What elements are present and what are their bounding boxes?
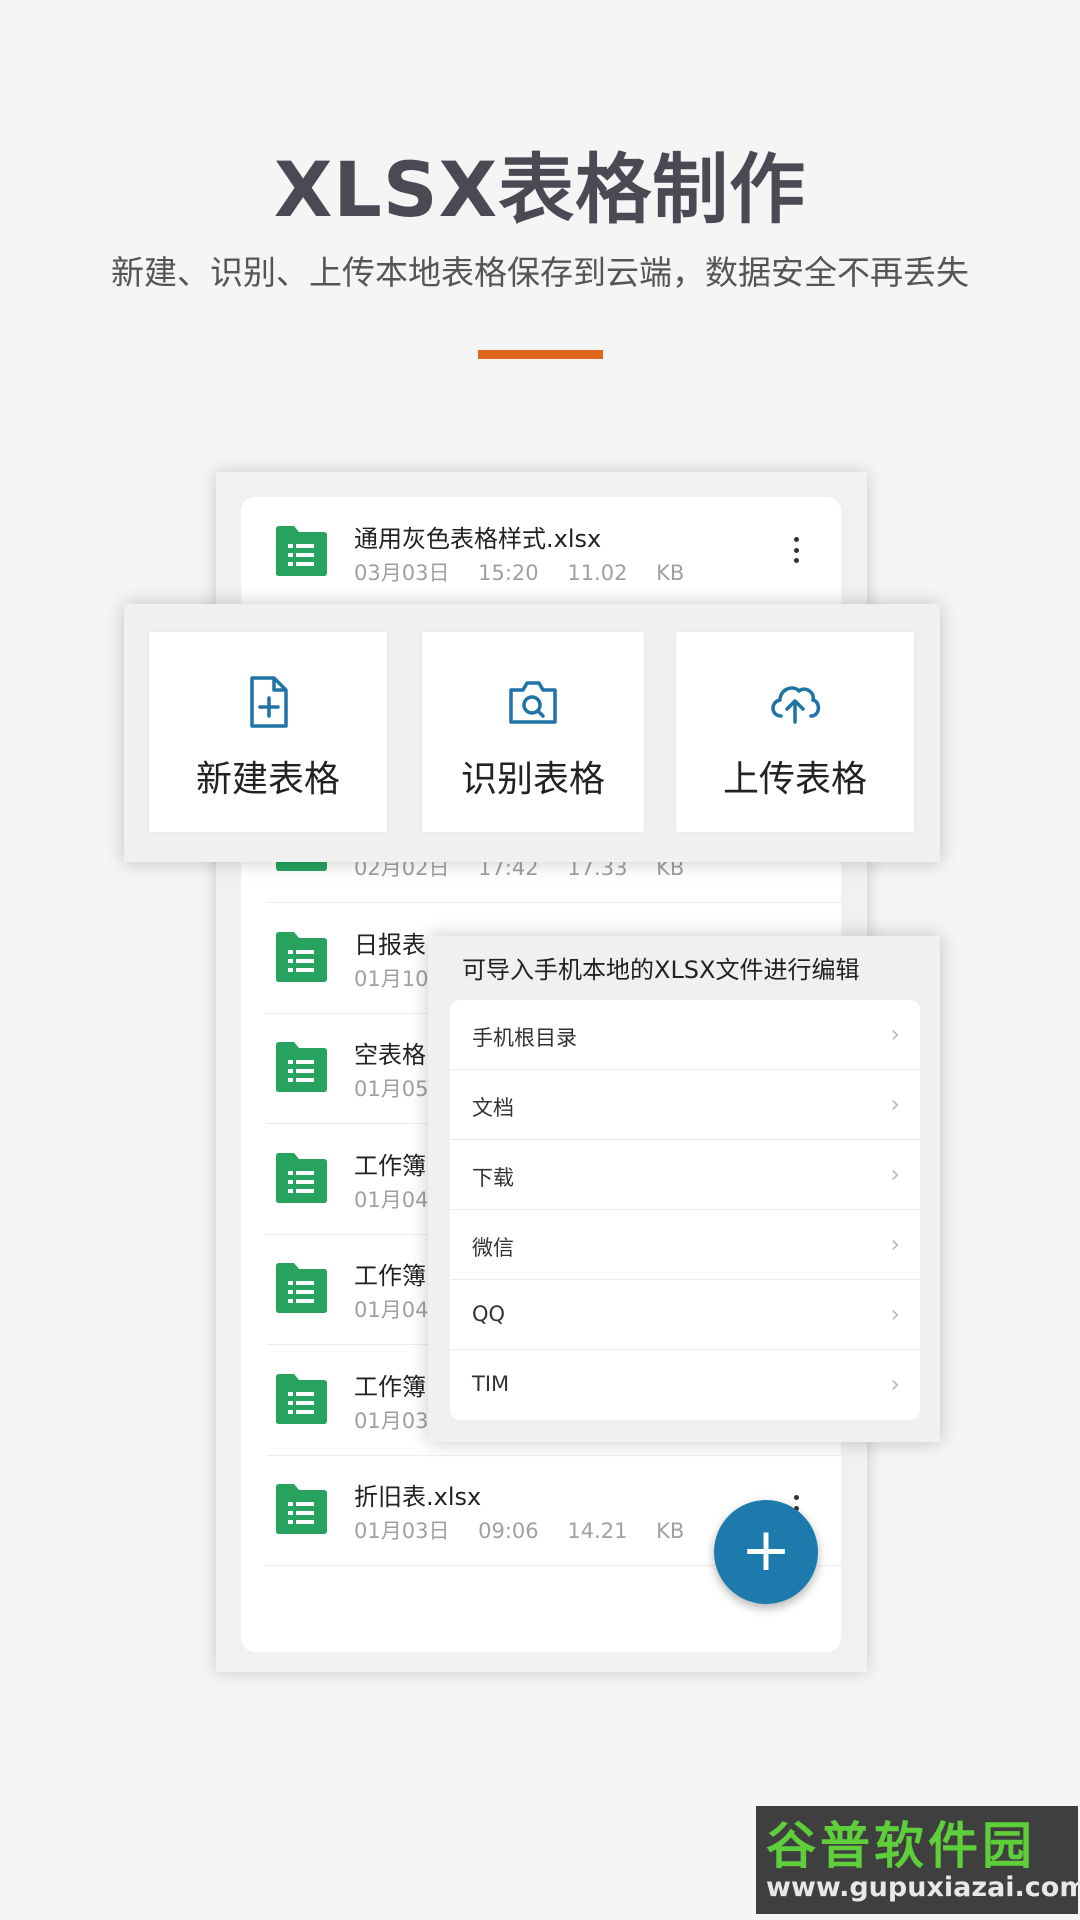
action-panel: 新建表格 识别表格 上传表格 (124, 604, 940, 862)
file-row[interactable]: 通用灰色表格样式.xlsx 03月03日 15:20 11.02 KB (241, 497, 841, 608)
spreadsheet-file-icon (276, 1042, 327, 1092)
add-fab-button[interactable]: + (714, 1500, 818, 1604)
watermark-url: www.gupuxiazai.com (766, 1872, 1080, 1903)
accent-bar (478, 350, 603, 359)
file-name: 日报表 (354, 931, 426, 959)
import-source-label: QQ (472, 1302, 506, 1326)
camera-scan-icon (509, 681, 557, 724)
more-options-icon[interactable] (791, 537, 801, 563)
file-name: 折旧表.xlsx (354, 1483, 482, 1511)
spreadsheet-file-icon (276, 526, 327, 576)
page-subtitle: 新建、识别、上传本地表格保存到云端，数据安全不再丢失 (111, 253, 969, 292)
import-source-label: 文档 (472, 1096, 514, 1120)
file-name: 工作簿 (354, 1152, 426, 1180)
chevron-right-icon: › (890, 1090, 900, 1118)
import-source-item[interactable]: 下载 › (450, 1140, 920, 1210)
spreadsheet-file-icon (276, 1484, 327, 1534)
upload-sheet-label: 上传表格 (722, 759, 867, 800)
spreadsheet-file-icon (276, 1263, 327, 1313)
import-source-list: 手机根目录 › 文档 › 下载 › 微信 › QQ › TIM › (450, 1000, 920, 1420)
plus-icon: + (740, 1515, 792, 1585)
file-name: 通用灰色表格样式.xlsx (354, 525, 602, 553)
import-source-label: 下载 (472, 1166, 514, 1190)
chevron-right-icon: › (890, 1230, 900, 1258)
file-meta: 03月03日 15:20 11.02 KB (354, 557, 684, 587)
import-source-label: 微信 (472, 1236, 514, 1260)
import-dialog: 可导入手机本地的XLSX文件进行编辑 手机根目录 › 文档 › 下载 › 微信 › QQ › TIM… (428, 936, 940, 1442)
upload-sheet-button[interactable]: 上传表格 (676, 632, 914, 832)
import-source-item[interactable]: 微信 › (450, 1210, 920, 1280)
page-title: XLSX表格制作 (273, 145, 807, 234)
file-meta: 01月04 (354, 1294, 428, 1324)
chevron-right-icon: › (890, 1020, 900, 1048)
import-source-item[interactable]: 文档 › (450, 1070, 920, 1140)
recognize-sheet-label: 识别表格 (460, 759, 605, 800)
chevron-right-icon: › (890, 1160, 900, 1188)
file-name: 空表格 (354, 1041, 426, 1069)
file-date: 01月04 (354, 1188, 429, 1212)
import-source-item[interactable]: TIM › (450, 1350, 920, 1420)
recognize-sheet-button[interactable]: 识别表格 (422, 632, 644, 832)
file-meta: 01月04 (354, 1184, 428, 1214)
file-date: 03月03日 15:20 (354, 561, 539, 585)
watermark-name: 谷普软件园 (766, 1817, 1036, 1875)
file-name: 工作簿 (354, 1262, 426, 1290)
file-date: 01月03日 09:06 (354, 1519, 539, 1543)
chevron-right-icon: › (890, 1300, 900, 1328)
file-meta: 01月03日 09:06 14.21 KB (354, 1515, 684, 1545)
import-source-item[interactable]: QQ › (450, 1280, 920, 1350)
file-date: 01月04 (354, 1298, 429, 1322)
file-date: 01月05 (354, 1077, 429, 1101)
file-size: 14.21 KB (567, 1519, 685, 1543)
import-source-label: 手机根目录 (472, 1026, 577, 1050)
file-size: 11.02 KB (567, 561, 685, 585)
file-meta: 01月05 (354, 1073, 428, 1103)
file-date: 01月10 (354, 967, 429, 991)
import-source-label: TIM (472, 1372, 510, 1396)
new-file-icon (250, 676, 288, 728)
new-sheet-label: 新建表格 (195, 759, 340, 800)
watermark: 谷普软件园 www.gupuxiazai.com (756, 1806, 1080, 1914)
spreadsheet-file-icon (276, 1153, 327, 1203)
file-meta: 01月10 (354, 963, 428, 993)
chevron-right-icon: › (890, 1370, 900, 1398)
new-sheet-button[interactable]: 新建表格 (149, 632, 387, 832)
cloud-upload-icon (771, 686, 821, 724)
spreadsheet-file-icon (276, 1374, 327, 1424)
import-source-item[interactable]: 手机根目录 › (450, 1000, 920, 1070)
spreadsheet-file-icon (276, 932, 327, 982)
import-dialog-title: 可导入手机本地的XLSX文件进行编辑 (462, 956, 860, 984)
